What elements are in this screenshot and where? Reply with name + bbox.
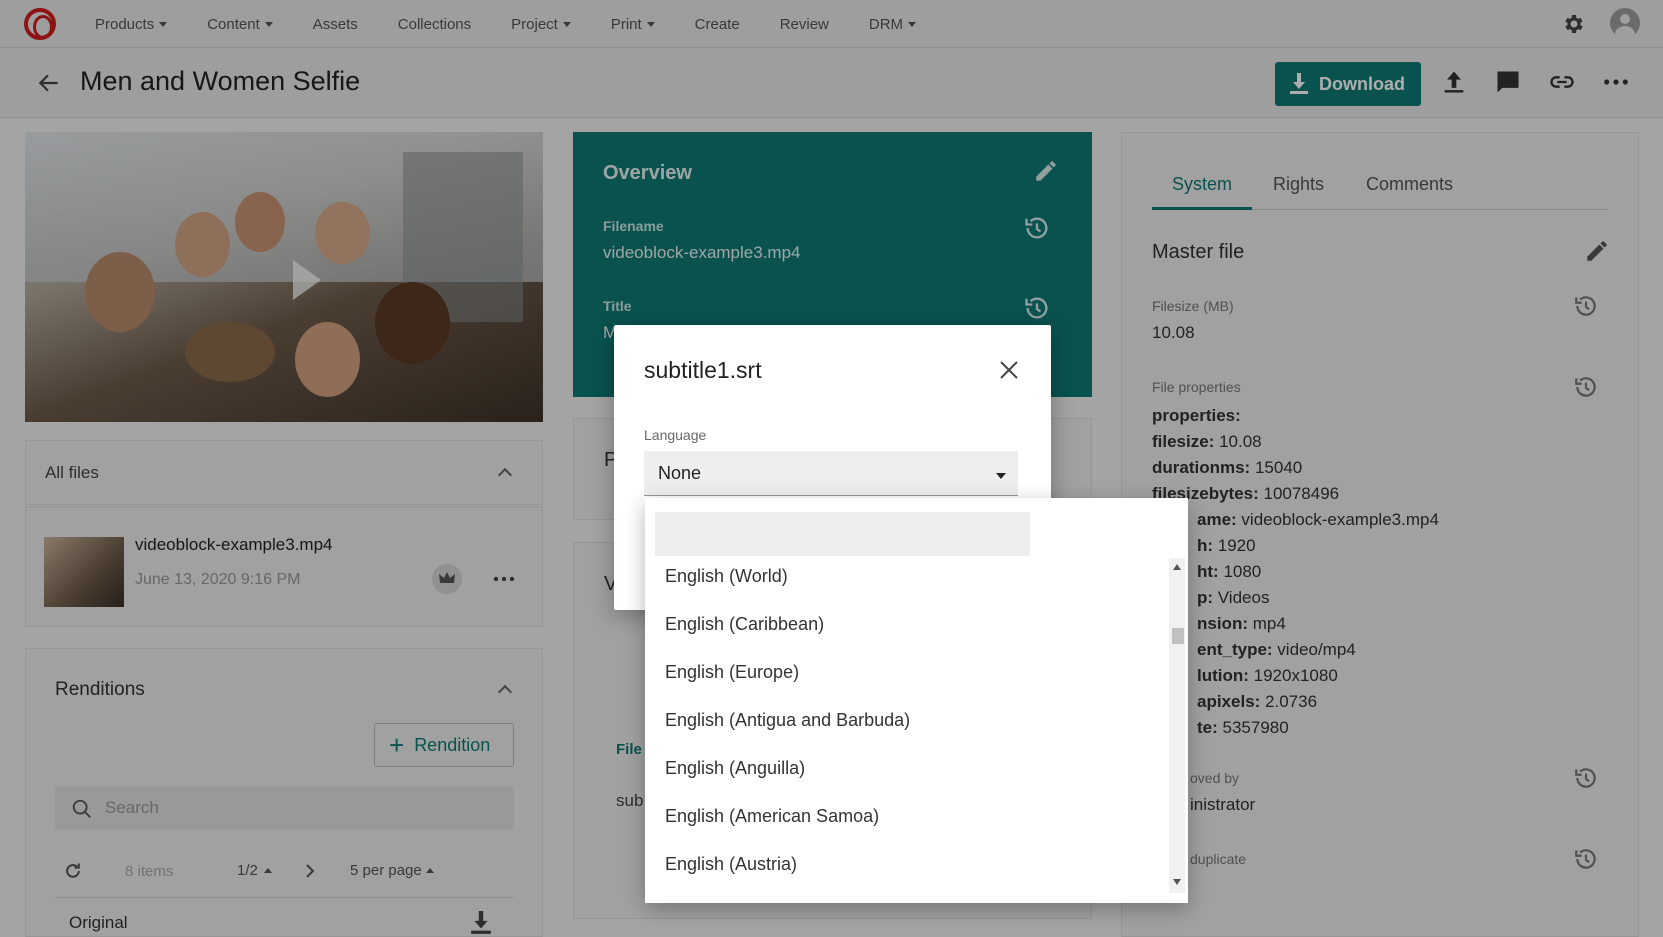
language-dropdown: English (World) English (Caribbean) Engl…	[645, 498, 1188, 903]
language-option[interactable]: English (Anguilla)	[645, 750, 1165, 798]
language-option[interactable]: English (Austria)	[645, 846, 1165, 894]
dialog-title: subtitle1.srt	[644, 357, 762, 383]
language-option[interactable]: English (American Samoa)	[645, 798, 1165, 846]
language-option[interactable]: English (Caribbean)	[645, 606, 1165, 654]
scrollbar-thumb[interactable]	[1172, 628, 1184, 644]
dropdown-scrollbar[interactable]	[1169, 558, 1185, 893]
language-select[interactable]: None	[644, 451, 1018, 496]
language-options: English (World) English (Caribbean) Engl…	[645, 558, 1165, 898]
language-search-input[interactable]	[655, 512, 1030, 556]
scroll-up-arrow-icon[interactable]	[1173, 564, 1181, 570]
caret-down-icon	[996, 473, 1006, 479]
language-option[interactable]: English (World)	[645, 558, 1165, 606]
language-option[interactable]: English (Europe)	[645, 654, 1165, 702]
scroll-down-arrow-icon[interactable]	[1173, 879, 1181, 885]
language-option[interactable]: English (Antigua and Barbuda)	[645, 702, 1165, 750]
close-icon[interactable]	[998, 359, 1020, 381]
